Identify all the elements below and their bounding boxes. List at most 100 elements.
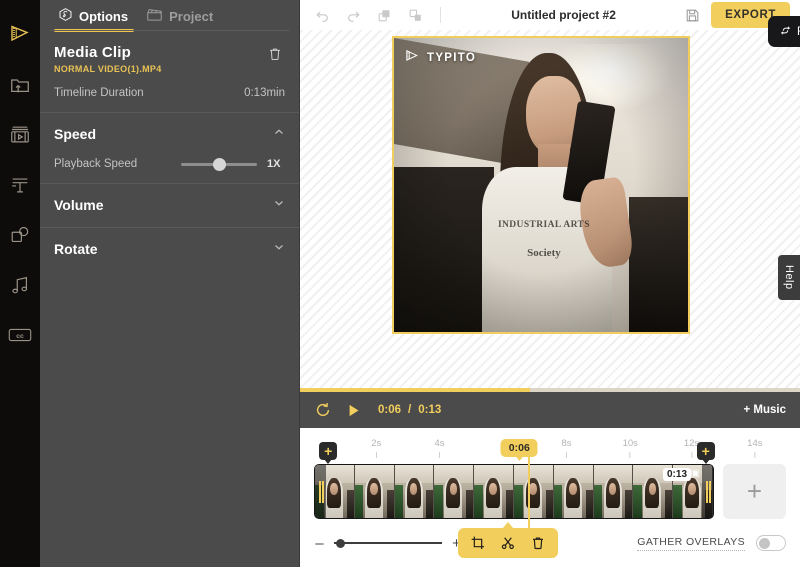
clip-thumbnail <box>554 465 594 518</box>
timeline-duration-value: 0:13min <box>244 87 285 99</box>
rotate-accordion-header[interactable]: Rotate <box>54 240 285 258</box>
volume-accordion-header[interactable]: Volume <box>54 196 285 214</box>
svg-text:cc: cc <box>16 333 24 340</box>
tab-options[interactable]: Options <box>50 7 138 32</box>
playback-speed-knob[interactable] <box>213 158 226 171</box>
playhead-badge[interactable]: 0:06 <box>501 439 538 457</box>
clip-thumbnail <box>594 465 634 518</box>
delete-clip-button[interactable] <box>265 44 285 69</box>
rail-item-upload[interactable] <box>0 60 40 110</box>
save-button[interactable] <box>684 7 701 24</box>
add-clip-panel[interactable]: + <box>723 464 786 519</box>
frame-vignette <box>394 38 688 332</box>
play-button[interactable] <box>345 402 362 419</box>
playback-bar: 0:06 / 0:13 + Music <box>300 392 800 428</box>
top-toolbar: Untitled project #2 EXPORT <box>300 0 800 30</box>
options-panel: Options Project Media Clip NORMAL VIDE <box>40 0 300 567</box>
watermark-text: TYPITO <box>427 52 476 64</box>
music-icon <box>9 274 31 296</box>
ruler-tick: 14s <box>747 438 762 458</box>
clip-thumbnail <box>395 465 435 518</box>
playback-speed-slider[interactable] <box>181 163 257 166</box>
undo-button[interactable] <box>314 7 331 24</box>
delete-tool-button[interactable] <box>530 535 546 551</box>
gather-overlays-label[interactable]: GATHER OVERLAYS <box>637 536 745 551</box>
clapperboard-icon <box>146 7 163 25</box>
speed-accordion-header[interactable]: Speed <box>54 125 285 143</box>
clip-duration-badge: 0:13 <box>663 468 691 481</box>
page-title: Media Clip <box>54 44 162 61</box>
redo-button[interactable] <box>345 7 362 24</box>
playback-bar-wrap: 0:06 / 0:13 + Music <box>300 392 800 428</box>
bring-to-front-button[interactable] <box>376 7 393 24</box>
icon-rail: cc <box>0 0 40 567</box>
rail-item-text[interactable] <box>0 160 40 210</box>
logo-icon <box>8 23 32 47</box>
playback-speed-value: 1X <box>267 158 285 170</box>
add-music-button[interactable]: + Music <box>743 404 786 416</box>
rail-item-logo[interactable] <box>0 10 40 60</box>
chevron-down-icon <box>273 240 285 258</box>
clip-thumbnail <box>434 465 474 518</box>
restart-button[interactable] <box>314 401 332 419</box>
clip-trim-handle-left[interactable] <box>315 465 326 518</box>
total-time: 0:13 <box>418 404 441 416</box>
zoom-slider[interactable] <box>334 542 442 544</box>
ruler-tick: 8s <box>561 438 571 458</box>
send-to-back-button[interactable] <box>407 7 424 24</box>
clip-thumbnail <box>355 465 395 518</box>
help-button[interactable]: Help <box>778 255 800 300</box>
zoom-slider-knob[interactable] <box>336 539 345 548</box>
clip-trim-handle-right[interactable] <box>702 465 713 518</box>
clip-edit-toolbar <box>458 528 558 558</box>
ruler-tick: 4s <box>435 438 445 458</box>
speed-section: Speed Playback Speed 1X <box>40 112 299 183</box>
crop-tool-button[interactable] <box>470 535 486 551</box>
tab-project[interactable]: Project <box>138 7 223 32</box>
rail-item-captions[interactable]: cc <box>0 310 40 360</box>
rail-item-music[interactable] <box>0 260 40 310</box>
video-frame: INDUSTRIAL ARTS Society <box>394 38 688 332</box>
rail-item-media[interactable] <box>0 110 40 160</box>
timeline-duration-label: Timeline Duration <box>54 87 144 99</box>
clip-thumbnail <box>514 465 554 518</box>
typito-logo-icon <box>404 48 421 68</box>
volume-section: Volume <box>40 183 299 227</box>
zoom-out-button[interactable]: – <box>314 536 325 551</box>
timeline-ruler[interactable]: 2s4s8s10s12s14s++0:06 <box>314 438 786 464</box>
current-time: 0:06 <box>378 404 401 416</box>
add-media-chip[interactable]: + <box>697 442 715 460</box>
split-tool-button[interactable] <box>500 535 516 551</box>
preview-canvas[interactable]: INDUSTRIAL ARTS Society TYPITO <box>300 30 800 392</box>
timeline-clip[interactable]: 0:13 ▣ <box>314 464 714 519</box>
gather-overlays-control: GATHER OVERLAYS <box>637 535 786 551</box>
replace-button[interactable]: Replace <box>779 24 800 40</box>
captions-icon: cc <box>8 326 32 344</box>
chevron-down-icon <box>273 196 285 214</box>
watermark: TYPITO <box>404 48 476 68</box>
speed-title: Speed <box>54 126 96 142</box>
tabs-divider <box>50 30 289 31</box>
upload-icon <box>9 74 31 96</box>
clip-context-menu: Replace <box>768 16 800 47</box>
gather-overlays-toggle[interactable] <box>756 535 786 551</box>
timeline-zoom-control: – + <box>314 536 462 551</box>
playback-speed-label: Playback Speed <box>54 158 137 170</box>
main-area: Untitled project #2 EXPORT <box>300 0 800 567</box>
ruler-tick: 10s <box>623 438 638 458</box>
clip-thumbnail <box>474 465 514 518</box>
rotate-title: Rotate <box>54 241 98 257</box>
rail-item-shapes[interactable] <box>0 210 40 260</box>
tab-options-label: Options <box>79 9 128 24</box>
shapes-icon <box>9 224 31 246</box>
text-icon <box>9 174 31 196</box>
add-media-chip[interactable]: + <box>319 442 337 460</box>
timeline-track: 0:13 ▣ + <box>314 464 786 519</box>
clip-thumb-icon: ▣ <box>691 468 700 479</box>
project-title[interactable]: Untitled project #2 <box>457 8 670 22</box>
video-stage[interactable]: INDUSTRIAL ARTS Society TYPITO <box>392 36 690 334</box>
time-separator: / <box>408 404 411 416</box>
wrench-icon <box>58 7 73 25</box>
media-clip-section: Media Clip NORMAL VIDEO(1).MP4 Timeline … <box>40 32 299 112</box>
ruler-tick: 2s <box>371 438 381 458</box>
